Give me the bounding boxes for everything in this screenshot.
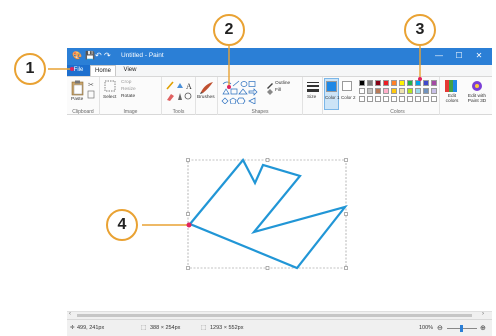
callout-1-marker <box>70 67 74 71</box>
callout-2-marker <box>227 85 231 89</box>
callout-2: 2 <box>213 14 245 46</box>
callout-4: 4 <box>106 209 138 241</box>
callout-1: 1 <box>14 53 46 85</box>
annotation-overlay <box>48 46 422 270</box>
callout-3-marker <box>418 77 422 81</box>
callout-4-marker <box>186 222 192 228</box>
drawn-polygon-shape[interactable] <box>188 158 348 270</box>
callout-3: 3 <box>404 14 436 46</box>
callout-connectors <box>48 46 421 226</box>
